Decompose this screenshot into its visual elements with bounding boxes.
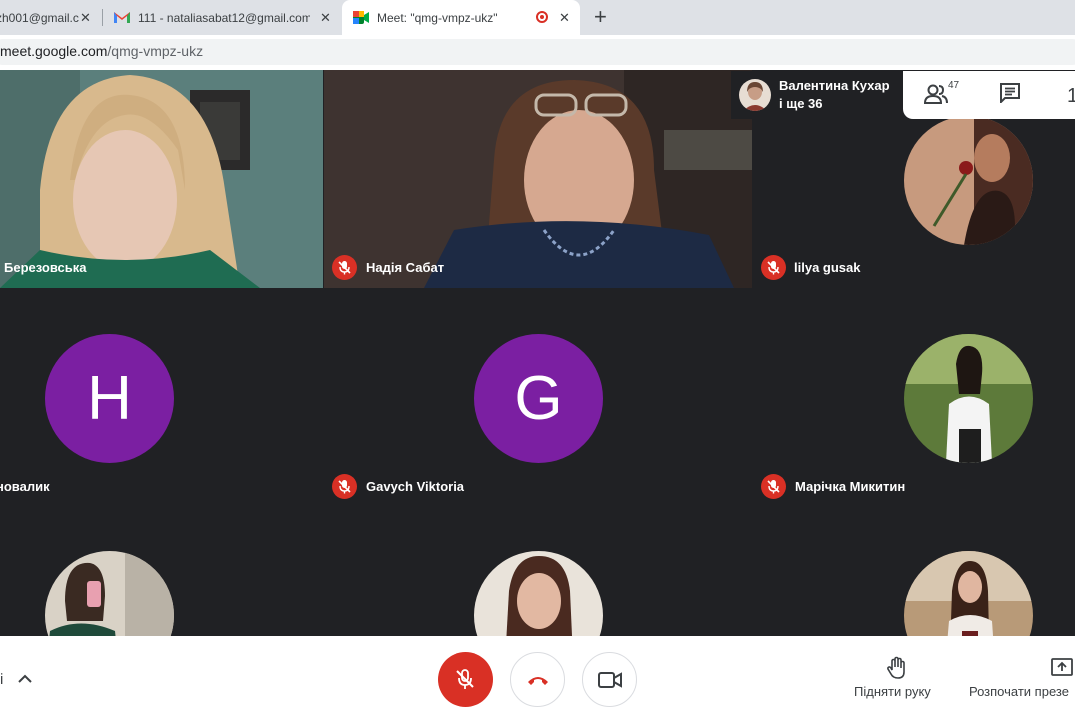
video-camera-icon: [598, 672, 622, 688]
video-grid: Березовська Надія Сабат lilya gusak Н но…: [0, 70, 1075, 636]
participant-tile[interactable]: [753, 526, 1075, 636]
mic-off-icon: [456, 669, 474, 689]
muted-mic-icon: [761, 255, 786, 280]
present-label: Розпочати презе: [969, 684, 1069, 699]
avatar: [45, 551, 174, 636]
avatar: [739, 79, 771, 111]
present-screen-icon: [1051, 658, 1073, 676]
people-icon: [923, 84, 948, 104]
participant-tile[interactable]: Надія Сабат: [324, 70, 752, 288]
avatar: [904, 116, 1033, 245]
url-path: /qmg-vmpz-ukz: [107, 43, 204, 59]
url-host: meet.google.com: [0, 43, 108, 59]
avatar: [474, 551, 603, 636]
participant-name: Gavych Viktoria: [366, 479, 465, 494]
avatar: [904, 551, 1033, 636]
chat-icon: [1000, 83, 1020, 105]
participant-tile[interactable]: Марічка Микитин: [753, 308, 1075, 508]
participant-tile[interactable]: [0, 526, 323, 636]
tab-gmail[interactable]: 111 - nataliasabat12@gmail.com - G ✕: [104, 0, 340, 35]
participant-tile[interactable]: G Gavych Viktoria: [324, 308, 752, 508]
url-text[interactable]: meet.google.com/qmg-vmpz-ukz: [0, 43, 203, 59]
recording-icon: [536, 11, 548, 23]
participant-tile[interactable]: Н новалик: [0, 308, 323, 508]
close-icon[interactable]: ✕: [559, 10, 570, 26]
muted-mic-icon: [332, 474, 357, 499]
tab-bar: zh001@gmail.c ✕ 111 - nataliasabat12@gma…: [0, 0, 1075, 35]
tab-meet[interactable]: Meet: "qmg-vmpz-ukz" ✕: [342, 0, 580, 35]
avatar-letter: G: [474, 334, 603, 463]
participant-name: Марічка Микитин: [795, 479, 906, 494]
raise-hand-button[interactable]: Підняти руку: [852, 654, 942, 702]
control-bar: і Підняти руку Розпочати презе: [0, 636, 1075, 714]
chevron-up-icon[interactable]: [17, 674, 33, 684]
tab-mail[interactable]: zh001@gmail.c ✕: [0, 0, 100, 35]
participant-tile[interactable]: [324, 526, 752, 636]
participant-name: lilya gusak: [794, 260, 861, 275]
close-icon[interactable]: ✕: [80, 10, 91, 26]
participant-name: Березовська: [4, 260, 87, 275]
new-tab-button[interactable]: +: [594, 4, 607, 30]
avatar-letter: Н: [45, 334, 174, 463]
presenter-others: і ще 36: [779, 96, 823, 111]
tab-title: 111 - nataliasabat12@gmail.com - G: [138, 10, 310, 25]
gmail-icon: [114, 12, 130, 23]
chat-button[interactable]: [999, 83, 1023, 107]
participant-video: [324, 70, 752, 288]
meeting-info-fragment: і: [0, 671, 4, 688]
tab-title: zh001@gmail.c: [0, 10, 79, 25]
muted-mic-icon: [332, 255, 357, 280]
participant-name: Надія Сабат: [366, 260, 445, 275]
avatar: [904, 334, 1033, 463]
people-button[interactable]: 47: [923, 80, 967, 109]
presenter-badge[interactable]: Валентина Кухар і ще 36: [731, 71, 903, 119]
leave-call-button[interactable]: [510, 652, 565, 707]
muted-mic-icon: [761, 474, 786, 499]
side-number: 1: [1067, 85, 1075, 107]
meeting-details-panel: 47 1: [903, 71, 1075, 119]
camera-toggle-button[interactable]: [582, 652, 637, 707]
participant-name: новалик: [0, 479, 50, 494]
mic-toggle-button[interactable]: [438, 652, 493, 707]
presenter-name: Валентина Кухар: [779, 78, 890, 93]
meet-icon: [353, 11, 369, 24]
close-icon[interactable]: ✕: [320, 10, 331, 26]
participant-count: 47: [948, 80, 960, 91]
hand-icon: [887, 656, 905, 679]
present-button[interactable]: Розпочати презе: [968, 654, 1075, 702]
tab-title: Meet: "qmg-vmpz-ukz": [377, 10, 498, 25]
raise-hand-label: Підняти руку: [854, 684, 931, 699]
participant-video: [0, 70, 323, 288]
participant-tile[interactable]: Березовська: [0, 70, 323, 288]
tab-separator: [102, 9, 103, 26]
hang-up-icon: [528, 677, 548, 685]
